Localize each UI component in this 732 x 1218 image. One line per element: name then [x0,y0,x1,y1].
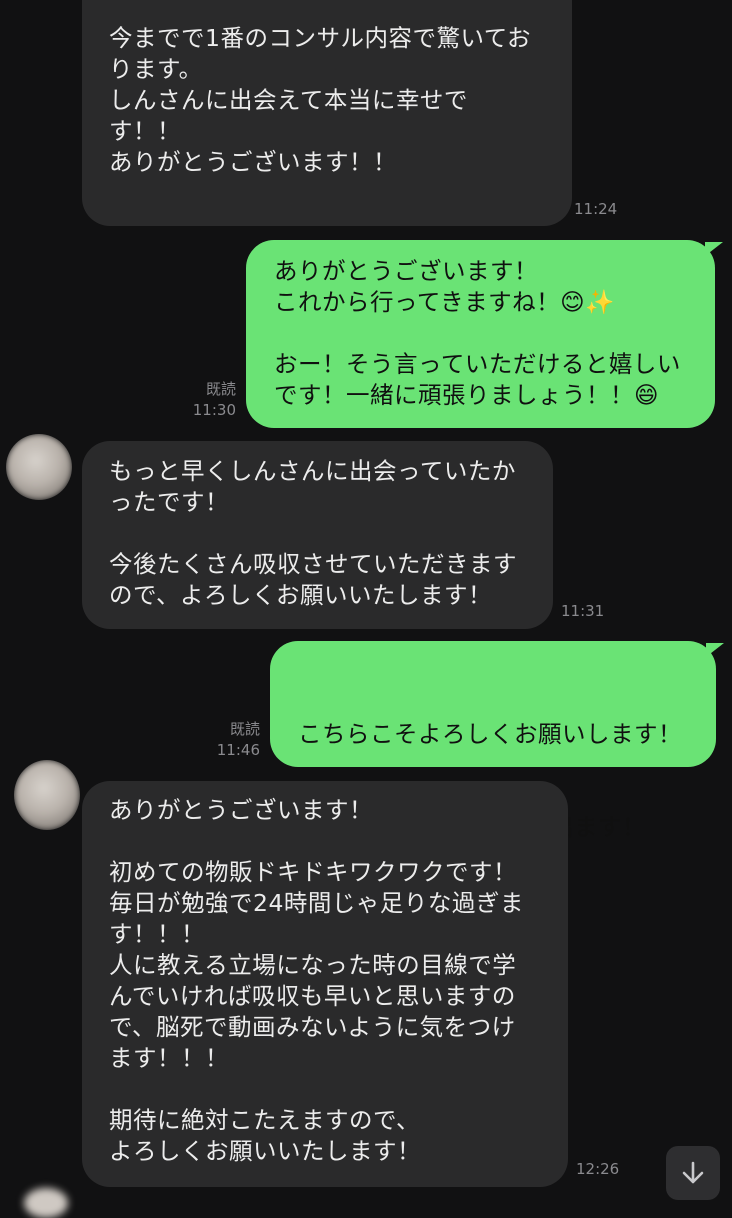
avatar-image-blurred [14,760,80,830]
message-bubble-incoming[interactable]: ありがとうございます！ 初めての物販ドキドキワクワクです！ 毎日が勉強で24時間… [82,781,568,1187]
avatar-image-blurred [6,434,72,500]
message-bubble-incoming[interactable]: もっと早くしんさんに出会っていたか ったです！ 今後たくさん吸収させていただきま… [82,441,553,629]
sender-avatar [24,1188,68,1218]
message-time: 11:46 [216,741,260,759]
read-receipt: 既読 [205,380,236,398]
scroll-to-bottom-button[interactable] [666,1146,720,1200]
sender-avatar[interactable] [6,434,72,500]
message-line: こちらこそよろしくお願いします！ [298,720,682,748]
message-bubble-incoming[interactable]: 今までで1番のコンサル内容で驚いてお ります。 しんさんに出会えて本当に幸せで … [82,0,572,226]
message-bubble-outgoing[interactable]: こちらこそよろしくお願いします！ さんなら絶対成果出ます！ 期待していますよー！… [270,641,724,934]
message-bubble-outgoing[interactable]: ありがとうございます！ これから行ってきますね！😊✨ おー！そう言っていただける… [246,240,723,428]
sender-avatar[interactable] [14,760,80,830]
message-time: 12:26 [576,1160,620,1178]
message-time: 11:30 [192,401,236,419]
read-receipt: 既読 [229,720,260,738]
arrow-down-icon [682,1161,704,1184]
message-time: 11:24 [574,200,618,218]
message-time: 11:31 [561,602,605,620]
